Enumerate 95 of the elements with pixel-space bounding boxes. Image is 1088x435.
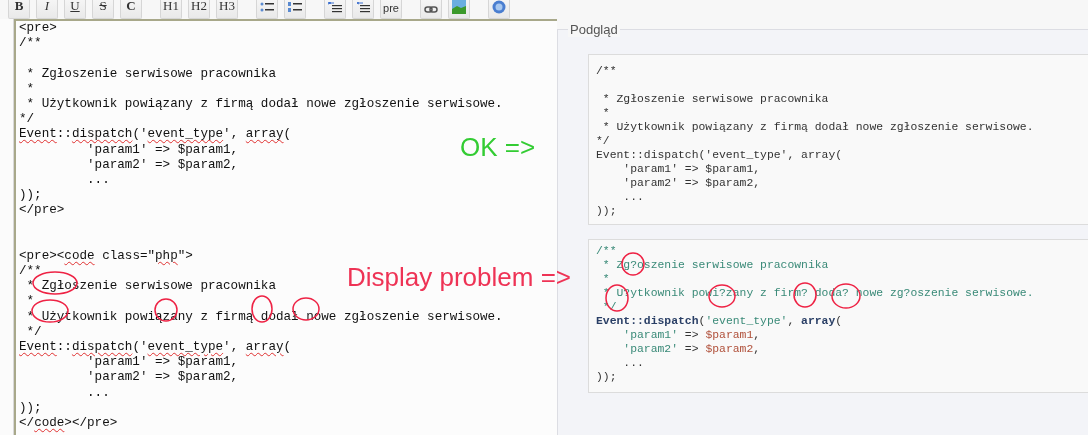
code-text: 'param1' => $param1, bbox=[622, 163, 761, 175]
code-text: * bbox=[601, 107, 610, 119]
code-text: Event::dispatch('event_type', array( bbox=[596, 149, 843, 161]
code-text: 'param1' => $param1, bbox=[86, 355, 239, 370]
toolbar-button[interactable] bbox=[352, 0, 374, 19]
help-icon bbox=[492, 0, 506, 14]
code-text: , bbox=[753, 329, 761, 341]
misspelled-word: code bbox=[64, 248, 95, 263]
code-text: */ bbox=[25, 324, 42, 339]
misspelled-word: dispatch bbox=[71, 339, 133, 354]
code-text: * Zgłoszenie serwisowe pracownika bbox=[601, 93, 829, 105]
code-text: "> bbox=[177, 248, 193, 263]
code-text: array bbox=[801, 315, 836, 327]
code-text: </pre> bbox=[19, 203, 65, 218]
code-text: 'param1' bbox=[622, 329, 679, 341]
outdent-icon bbox=[356, 2, 370, 14]
code-text: * Użytkownik powiązany z firmą dodał nowe zgłoszenie serwisowe. bbox=[25, 96, 503, 111]
format-button[interactable]: I bbox=[36, 0, 58, 19]
preview-legend: Podgląd bbox=[568, 22, 620, 37]
toolbar-button[interactable] bbox=[284, 0, 306, 19]
code-text: ... bbox=[622, 191, 644, 203]
code-text: class=" bbox=[101, 248, 156, 263]
code-text: /** bbox=[19, 264, 42, 278]
toolbar-button[interactable] bbox=[420, 0, 442, 19]
code-text: 'param2' => $param2, bbox=[86, 157, 239, 172]
bulleted-list-icon bbox=[260, 2, 274, 14]
format-button[interactable]: U bbox=[64, 0, 86, 19]
code-text: * bbox=[25, 81, 35, 96]
code-text: * Użytkownik powiązany z firmą dodał nowe zgłoszenie serwisowe. bbox=[601, 121, 1034, 133]
format-button[interactable]: H1 bbox=[160, 0, 182, 19]
code-text: )); bbox=[596, 371, 617, 383]
misspelled-word: php bbox=[155, 248, 178, 263]
misspelled-word: dispatch bbox=[71, 127, 133, 142]
code-text: )); bbox=[19, 400, 42, 415]
code-text: ></pre> bbox=[64, 415, 118, 430]
code-text: ... bbox=[86, 172, 110, 187]
code-text: */ bbox=[596, 135, 610, 147]
toolbar-button[interactable] bbox=[324, 0, 346, 19]
code-text: $param2 bbox=[705, 343, 754, 355]
format-button[interactable]: H3 bbox=[216, 0, 238, 19]
code-text: :: bbox=[56, 339, 72, 354]
code-text: /** bbox=[596, 65, 617, 77]
format-button[interactable]: C bbox=[120, 0, 142, 19]
format-button[interactable]: pre bbox=[380, 0, 402, 19]
misspelled-word: event_type bbox=[147, 127, 224, 142]
annotation-text: OK => bbox=[460, 132, 536, 162]
numbered-list-icon bbox=[288, 2, 302, 14]
chain-link-icon bbox=[424, 4, 438, 14]
indent-icon bbox=[328, 2, 342, 14]
code-text: $param1 bbox=[705, 329, 754, 341]
code-text: , bbox=[787, 315, 796, 327]
code-text: ( bbox=[835, 315, 843, 327]
misspelled-word: code bbox=[34, 415, 65, 430]
code-text: (' bbox=[132, 127, 148, 142]
misspelled-word: Event bbox=[19, 339, 57, 354]
code-text: )); bbox=[596, 205, 617, 217]
code-text: ( bbox=[698, 315, 706, 327]
image-icon bbox=[452, 0, 466, 14]
format-button[interactable]: B bbox=[8, 0, 30, 19]
misspelled-word: array bbox=[245, 127, 284, 142]
code-text: => bbox=[683, 343, 700, 355]
code-text: , bbox=[753, 343, 761, 355]
code-text: ... bbox=[622, 357, 644, 369]
code-text: * bbox=[601, 273, 610, 285]
code-text: => bbox=[683, 329, 700, 341]
code-text: ( bbox=[283, 127, 292, 142]
code-text: 'param1' => $param1, bbox=[86, 142, 239, 157]
code-text: <pre>< bbox=[19, 248, 65, 263]
code-text: /** bbox=[596, 245, 617, 257]
code-text: 'param2' bbox=[622, 343, 679, 355]
code-text: )); bbox=[19, 188, 42, 203]
misspelled-word: array bbox=[245, 339, 284, 354]
code-text: 'event_type' bbox=[705, 315, 788, 327]
code-text: (' bbox=[132, 339, 148, 354]
code-text: */ bbox=[19, 112, 35, 127]
code-text: * bbox=[25, 294, 35, 309]
code-text: /** bbox=[19, 36, 42, 51]
code-text: ... bbox=[86, 385, 110, 400]
code-text: </ bbox=[19, 415, 35, 430]
code-text: ( bbox=[283, 339, 292, 354]
code-text: 'param2' => $param2, bbox=[622, 177, 761, 189]
code-text: Event::dispatch bbox=[596, 315, 699, 327]
code-text: ', bbox=[223, 127, 240, 142]
misspelled-word: event_type bbox=[147, 339, 224, 354]
code-text: ', bbox=[223, 339, 240, 354]
annotation-text: Display problem => bbox=[347, 262, 571, 292]
format-button[interactable]: S bbox=[92, 0, 114, 19]
code-text: * Zgłoszenie serwisowe pracownika bbox=[25, 66, 276, 81]
format-button[interactable]: H2 bbox=[188, 0, 210, 19]
misspelled-word: Event bbox=[19, 127, 57, 142]
toolbar-button[interactable] bbox=[256, 0, 278, 19]
code-text: <pre> bbox=[19, 21, 57, 35]
code-text: 'param2' => $param2, bbox=[86, 370, 239, 385]
code-text: :: bbox=[56, 127, 72, 142]
help-button[interactable] bbox=[488, 0, 510, 19]
